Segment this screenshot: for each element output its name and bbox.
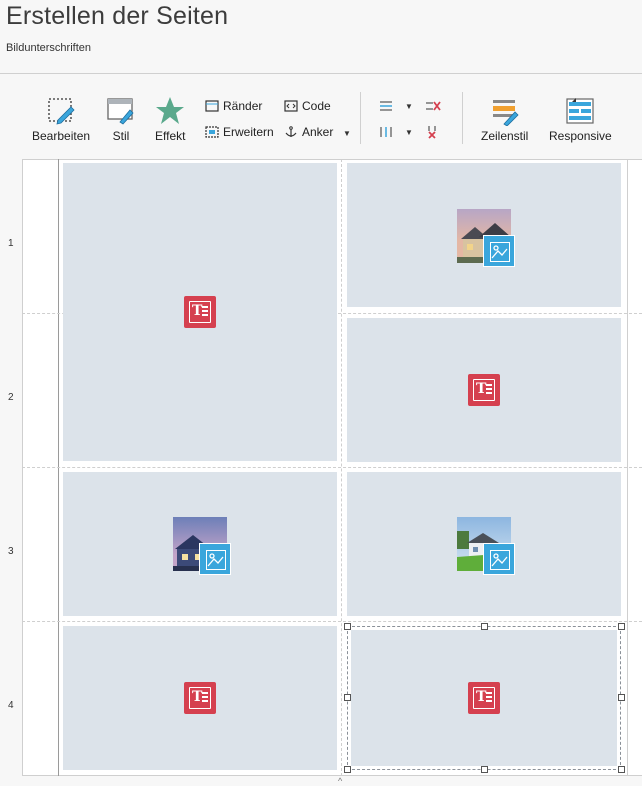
anchor-label: Anker <box>302 125 334 139</box>
collapse-arrow-icon[interactable]: ^ <box>338 776 342 786</box>
toolbar-separator <box>360 92 361 144</box>
resize-handle[interactable] <box>618 694 625 701</box>
style-button[interactable]: Stil <box>106 96 136 143</box>
image-object <box>457 209 515 267</box>
responsive-icon <box>565 96 595 126</box>
code-icon <box>284 100 298 112</box>
anchor-dropdown-icon[interactable]: ▼ <box>343 129 351 138</box>
extend-label: Erweitern <box>223 125 274 139</box>
row-number: 4 <box>8 700 14 711</box>
page: Erstellen der Seiten Bildunterschriften … <box>0 0 642 786</box>
anchor-icon <box>284 126 298 138</box>
delete-column-icon[interactable] <box>425 125 445 139</box>
resize-handle[interactable] <box>481 623 488 630</box>
grid-cell-image[interactable] <box>347 472 621 616</box>
text-object-icon: T <box>184 296 216 328</box>
row-number: 1 <box>8 238 14 249</box>
page-subtitle: Bildunterschriften <box>6 42 91 54</box>
image-object <box>457 517 515 575</box>
row-number: 2 <box>8 392 14 403</box>
borders-label: Ränder <box>223 99 263 113</box>
grid-cell-image[interactable] <box>63 472 337 616</box>
rowstyle-icon <box>490 96 520 127</box>
code-label: Code <box>302 99 331 113</box>
extend-icon <box>205 126 219 138</box>
text-object-icon: T <box>184 682 216 714</box>
edit-button[interactable]: Bearbeiten <box>32 96 90 143</box>
page-title: Erstellen der Seiten <box>6 2 229 30</box>
rowstyle-label: Zeilenstil <box>481 129 529 143</box>
grid-row-line <box>22 621 642 622</box>
resize-handle[interactable] <box>344 623 351 630</box>
resize-handle[interactable] <box>344 694 351 701</box>
delete-row-icon[interactable] <box>425 99 445 113</box>
grid-cell-text[interactable]: T <box>347 318 621 462</box>
resize-handle[interactable] <box>618 766 625 773</box>
text-object-icon: T <box>468 374 500 406</box>
header-divider <box>0 73 642 74</box>
insert-row-dropdown-icon[interactable]: ▼ <box>405 102 413 111</box>
responsive-label: Responsive <box>549 129 612 143</box>
style-label: Stil <box>112 129 130 143</box>
style-icon <box>106 96 136 126</box>
code-button[interactable]: Code <box>284 99 331 113</box>
image-object-icon <box>199 543 231 575</box>
resize-handle[interactable] <box>481 766 488 773</box>
grid-cell-image[interactable] <box>347 163 621 307</box>
insert-row-icon[interactable] <box>378 99 398 113</box>
text-object-icon: T <box>468 682 500 714</box>
image-object <box>173 517 231 575</box>
insert-column-dropdown-icon[interactable]: ▼ <box>405 128 413 137</box>
effect-button[interactable]: Effekt <box>155 96 185 143</box>
resize-handle[interactable] <box>344 766 351 773</box>
anchor-button[interactable]: Anker <box>284 125 333 139</box>
image-object-icon <box>483 543 515 575</box>
grid-cell-text-selected[interactable]: T <box>347 626 621 770</box>
edit-label: Bearbeiten <box>32 129 91 143</box>
toolbar: Bearbeiten Stil Effekt Ränder Erweitern … <box>0 86 642 146</box>
borders-button[interactable]: Ränder <box>205 99 262 113</box>
resize-handle[interactable] <box>618 623 625 630</box>
star-icon <box>155 96 185 126</box>
image-object-icon <box>483 235 515 267</box>
row-number: 3 <box>8 546 14 557</box>
edit-icon <box>46 96 76 126</box>
effect-label: Effekt <box>155 129 186 143</box>
borders-icon <box>205 100 219 112</box>
grid-cell-text[interactable]: T <box>63 163 337 461</box>
toolbar-separator <box>462 92 463 144</box>
responsive-button[interactable]: Responsive <box>549 96 612 143</box>
grid-cell-text[interactable]: T <box>63 626 337 770</box>
insert-column-icon[interactable] <box>378 125 398 139</box>
grid-row-line <box>22 467 642 468</box>
rowstyle-button[interactable]: Zeilenstil <box>481 96 528 143</box>
extend-button[interactable]: Erweitern <box>205 125 274 139</box>
